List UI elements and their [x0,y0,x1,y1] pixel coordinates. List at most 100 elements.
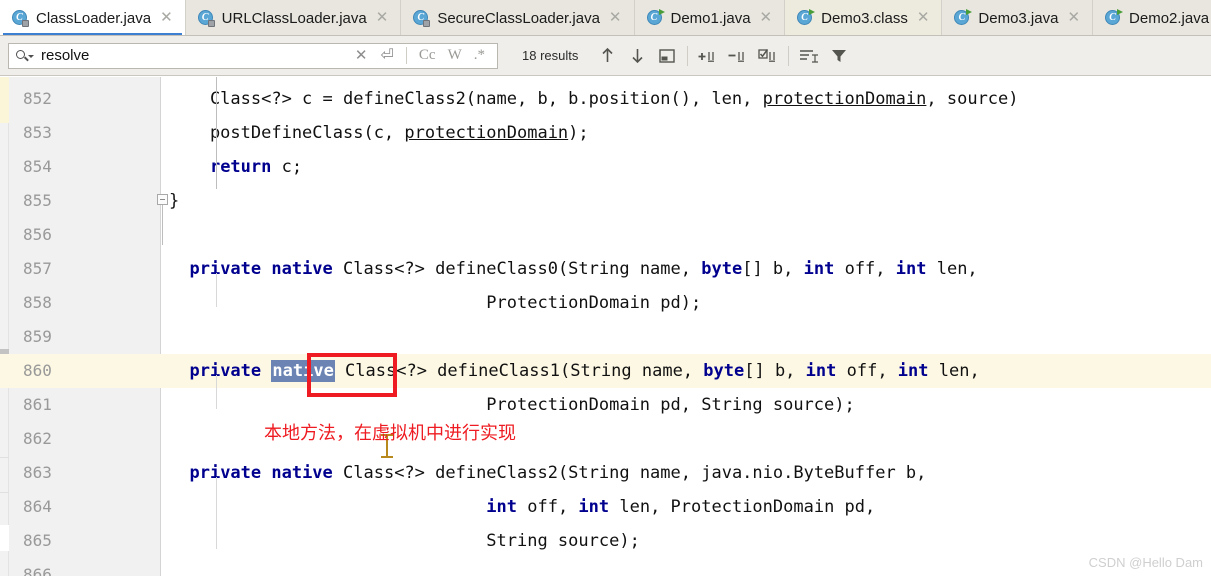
tab-close-icon[interactable]: ✕ [1065,10,1082,27]
indent-guide [216,477,217,549]
code-text[interactable]: String source); [161,524,640,558]
code-row[interactable]: 852 Class<?> c = defineClass2(name, b, b… [0,82,1211,116]
code-row[interactable]: 862 [0,422,1211,456]
code-text[interactable]: ProtectionDomain pd, String source); [161,388,854,422]
java-file-icon: C [197,9,215,27]
lines-text-icon [800,50,819,63]
tab-label: Demo1.java [670,9,751,27]
field-reference[interactable]: protectionDomain [763,89,927,109]
tab-label: ClassLoader.java [36,9,152,27]
code-row[interactable]: 858 ProtectionDomain pd); [0,286,1211,320]
java-file-icon: C [12,9,29,27]
java-file-icon: C [413,9,431,27]
search-field[interactable]: ✕ ⏎ Cc W .* [8,42,498,69]
close-icon[interactable]: ✕ [348,48,375,63]
filter-lines-button[interactable] [794,42,824,70]
code-row-caret[interactable]: 860 private native Class<?> defineClass1… [0,354,1211,388]
tab-label: Demo3.class [821,9,908,27]
open-in-editor-icon [659,48,676,63]
tab-demo3-class[interactable]: C Demo3.class ✕ [785,0,943,35]
line-number: 857 [23,259,52,278]
regex-toggle[interactable]: .* [468,47,491,64]
line-number: 855 [23,191,52,210]
code-row[interactable]: 861 ProtectionDomain pd, String source); [0,388,1211,422]
tab-label: SecureClassLoader.java [437,9,600,27]
code-row[interactable]: 866 [0,558,1211,576]
code-row[interactable]: 855 } [0,184,1211,218]
remove-occurrence-button[interactable] [723,42,753,70]
text-caret-serif [381,456,393,458]
code-editor[interactable]: 852 Class<?> c = defineClass2(name, b, b… [0,77,1211,576]
open-in-editor-button[interactable] [652,42,682,70]
code-text[interactable] [161,320,169,354]
code-row[interactable]: 854 return c; [0,150,1211,184]
code-row[interactable]: 864 int off, int len, ProtectionDomain p… [0,490,1211,524]
plus-lines-icon [698,52,715,62]
prev-occurrence-button[interactable] [592,42,622,70]
code-text[interactable] [161,558,169,576]
return-icon[interactable]: ⏎ [375,47,400,64]
find-toolbar: ✕ ⏎ Cc W .* 18 results [0,36,1211,76]
code-row[interactable]: 857 private native Class<?> defineClass0… [0,252,1211,286]
tab-urlclassloader-java[interactable]: C URLClassLoader.java ✕ [185,0,402,35]
line-number: 852 [23,89,52,108]
select-all-lines-button[interactable] [753,42,783,70]
tab-close-icon[interactable]: ✕ [158,10,175,27]
line-number: 853 [23,123,52,142]
match-case-toggle[interactable]: Cc [413,47,442,64]
code-row[interactable]: 865 String source); [0,524,1211,558]
tab-demo2-java[interactable]: C Demo2.java [1093,0,1211,35]
line-number: 860 [23,361,52,380]
line-number: 859 [23,327,52,346]
field-reference[interactable]: protectionDomain [404,123,568,143]
tab-close-icon[interactable]: ✕ [915,10,932,27]
line-number: 861 [23,395,52,414]
next-occurrence-button[interactable] [622,42,652,70]
search-icon[interactable] [15,48,35,64]
tab-secureclassloader-java[interactable]: C SecureClassLoader.java ✕ [401,0,635,35]
filter-button[interactable] [824,42,854,70]
code-text[interactable]: int off, int len, ProtectionDomain pd, [161,490,875,524]
code-text[interactable]: private native Class<?> defineClass2(Str… [161,456,926,490]
line-number: 858 [23,293,52,312]
add-occurrence-button[interactable] [693,42,723,70]
text-selection[interactable]: native [271,360,335,382]
fold-marker[interactable] [157,194,168,205]
code-text[interactable]: return c; [161,150,302,184]
indent-guide [216,375,217,409]
words-toggle[interactable]: W [442,47,468,64]
code-text[interactable]: ProtectionDomain pd); [161,286,701,320]
fold-guide [162,205,163,245]
java-class-icon: C [954,8,973,27]
indent-guide [216,273,217,307]
code-text[interactable] [161,422,169,456]
divider [687,45,689,66]
tab-close-icon[interactable]: ✕ [607,10,624,27]
line-number: 862 [23,429,52,448]
funnel-icon [832,50,847,62]
tab-demo1-java[interactable]: C Demo1.java ✕ [634,0,786,35]
code-row[interactable]: 853 postDefineClass(c, protectionDomain)… [0,116,1211,150]
tab-label: URLClassLoader.java [221,9,367,27]
code-text[interactable]: private native Class<?> defineClass0(Str… [161,252,977,286]
code-text[interactable]: private native Class<?> defineClass1(Str… [161,354,980,388]
arrow-up-icon [602,47,613,62]
results-count: 18 results [522,48,579,63]
tab-label: Demo2.java [1129,9,1210,27]
tab-close-icon[interactable]: ✕ [374,10,391,27]
search-input[interactable] [35,46,348,65]
tab-classloader-java[interactable]: C ClassLoader.java ✕ [0,0,186,35]
code-row[interactable]: 863 private native Class<?> defineClass2… [0,456,1211,490]
code-text[interactable]: Class<?> c = defineClass2(name, b, b.pos… [161,82,1019,116]
annotation-text: 本地方法，在虚拟机中进行实现 [264,423,516,444]
code-row[interactable]: 856 [0,218,1211,252]
tab-demo3-java[interactable]: C Demo3.java ✕ [942,0,1094,35]
java-class-icon: C [1105,8,1124,27]
line-number: 864 [23,497,52,516]
tab-close-icon[interactable]: ✕ [758,10,775,27]
indent-guide [216,77,217,189]
code-row[interactable]: 859 [0,320,1211,354]
divider [788,45,790,66]
line-number: 863 [23,463,52,482]
code-text[interactable]: postDefineClass(c, protectionDomain); [161,116,589,150]
